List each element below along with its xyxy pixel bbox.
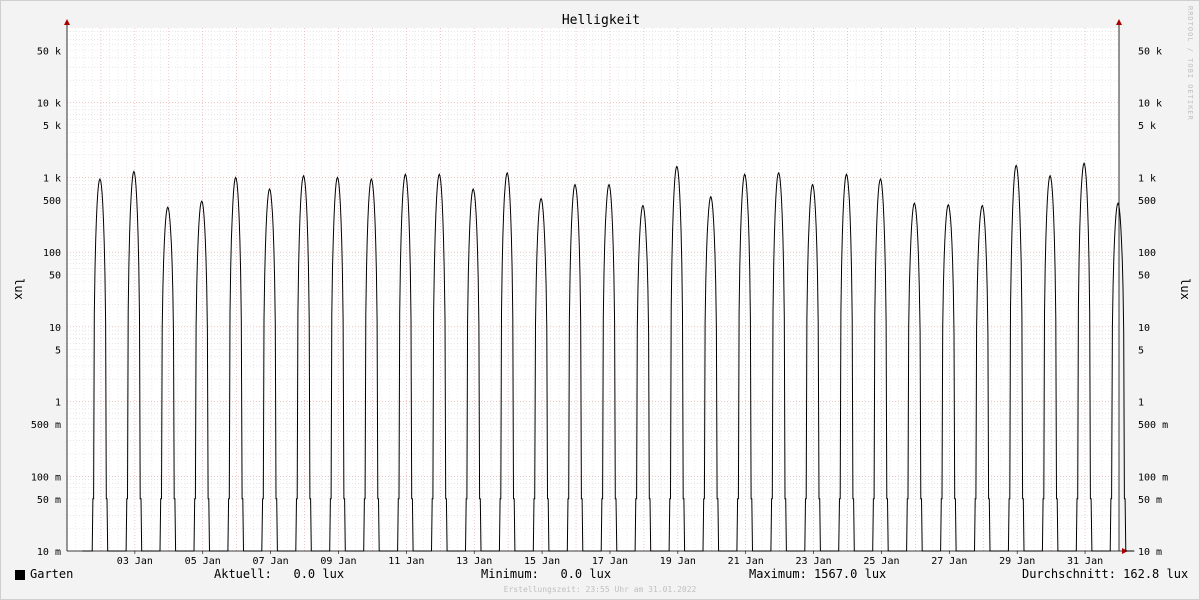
y-tick-label-left: 5 k	[43, 121, 61, 132]
x-tick-label: 11 Jan	[388, 556, 424, 566]
y-tick-label-left: 1	[55, 398, 61, 409]
y-axis-right: 50 k 10 k 5 k 1 k 500 100 50 10 5 1 500 m 100 m 50 m…	[1138, 46, 1168, 558]
chart-title: Helligkeit	[562, 13, 640, 28]
creation-time-note: Erstellungszeit: 23:55 Uhr am 31.01.2022	[503, 585, 697, 594]
x-tick-label: 05 Jan	[185, 556, 221, 566]
y-tick-label-left: 50	[49, 271, 61, 282]
legend-series-name: Garten	[30, 567, 74, 581]
legend-row: Garten Aktuell: 0.0 lux Minimum: 0.0 lux…	[0, 567, 1200, 585]
x-tick-label: 27 Jan	[931, 556, 967, 566]
y-tick-label-right: 50 k	[1138, 46, 1162, 57]
y-tick-label-right: 500 m	[1138, 420, 1168, 431]
legend-minimum: Minimum: 0.0 lux	[481, 567, 612, 581]
y-tick-label-left: 500 m	[31, 420, 61, 431]
x-tick-label: 21 Jan	[728, 556, 764, 566]
legend-durchschnitt: Durchschnitt: 162.8 lux	[1022, 567, 1189, 581]
legend-maximum: Maximum: 1567.0 lux	[749, 567, 887, 581]
x-tick-label: 19 Jan	[660, 556, 696, 566]
x-tick-label: 31 Jan	[1067, 556, 1103, 566]
y-tick-label-right: 5 k	[1138, 121, 1156, 132]
rrdtool-watermark: RRDTOOL / TOBI OETIKER	[1186, 6, 1194, 121]
y-tick-label-left: 5	[55, 345, 61, 356]
y-tick-label-left: 100	[43, 248, 61, 259]
y-tick-label-right: 100	[1138, 248, 1156, 259]
y-tick-label-right: 10 m	[1138, 547, 1162, 558]
y-tick-label-left: 50 k	[37, 46, 61, 57]
y-axis-arrow-right	[1116, 19, 1122, 25]
x-tick-label: 07 Jan	[253, 556, 289, 566]
y-tick-label-left: 500	[43, 196, 61, 207]
y-tick-label-left: 10 k	[37, 99, 61, 110]
y-axis-left: 50 k 10 k 5 k 1 k 500 100 50 10 5 1 500 m 100 m 50 m…	[31, 46, 61, 558]
x-tick-label: 25 Jan	[863, 556, 899, 566]
y-axis-label-right: lux	[1178, 278, 1192, 300]
legend-aktuell: Aktuell: 0.0 lux	[214, 567, 345, 581]
x-tick-label: 03 Jan	[117, 556, 153, 566]
legend-swatch	[15, 570, 25, 580]
x-axis: 03 Jan 05 Jan 07 Jan 09 Jan 11 Jan 13 Jan 15 J…	[117, 551, 1103, 567]
x-tick-label: 13 Jan	[456, 556, 492, 566]
y-tick-label-right: 50 m	[1138, 495, 1162, 506]
x-tick-label: 15 Jan	[524, 556, 560, 566]
y-tick-label-left: 100 m	[31, 472, 61, 483]
x-tick-label: 09 Jan	[320, 556, 356, 566]
y-tick-label-left: 50 m	[37, 495, 61, 506]
y-tick-label-right: 500	[1138, 196, 1156, 207]
x-tick-label: 29 Jan	[999, 556, 1035, 566]
y-tick-label-left: 1 k	[43, 173, 61, 184]
y-tick-label-right: 10	[1138, 323, 1150, 334]
y-axis-label-left: lux	[12, 278, 26, 300]
chart-frame: 50 k 10 k 5 k 1 k 500 100 50 10 5 1 500 m 100 m 50 m…	[0, 0, 1200, 600]
x-tick-label: 23 Jan	[796, 556, 832, 566]
y-tick-label-left: 10	[49, 323, 61, 334]
y-tick-label-right: 5	[1138, 345, 1144, 356]
y-tick-label-right: 10 k	[1138, 99, 1162, 110]
y-tick-label-right: 1	[1138, 398, 1144, 409]
y-tick-label-right: 100 m	[1138, 472, 1168, 483]
y-tick-label-left: 10 m	[37, 547, 61, 558]
chart-svg: 50 k 10 k 5 k 1 k 500 100 50 10 5 1 500 m 100 m 50 m…	[12, 13, 1192, 567]
y-tick-label-right: 1 k	[1138, 173, 1156, 184]
y-axis-arrow-left	[64, 19, 70, 25]
y-tick-label-right: 50	[1138, 271, 1150, 282]
x-tick-label: 17 Jan	[592, 556, 628, 566]
